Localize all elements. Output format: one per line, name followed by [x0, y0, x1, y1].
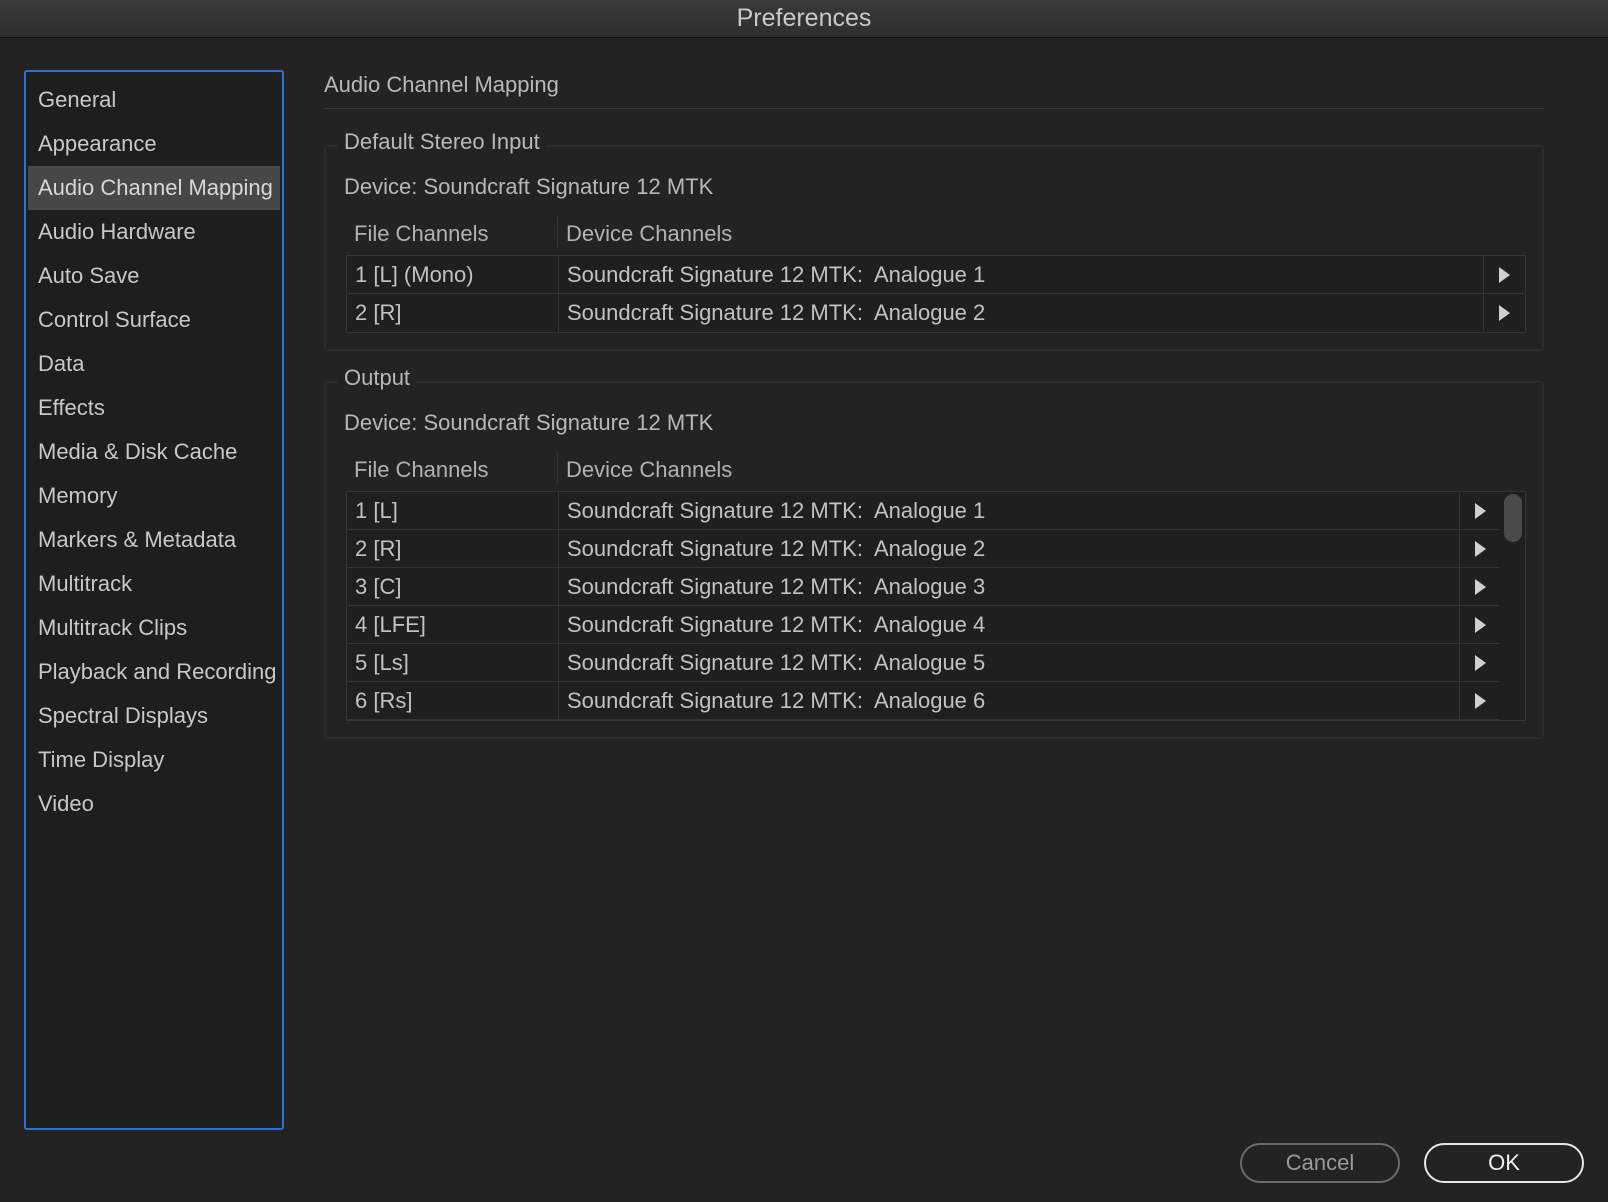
file-channel: 6 [Rs] [355, 688, 413, 713]
preferences-sidebar: General Appearance Audio Channel Mapping… [24, 70, 284, 1130]
output-col-file-channels: File Channels [354, 457, 489, 482]
device-channel: Soundcraft Signature 12 MTK: Analogue 1 [567, 498, 986, 523]
column-divider [557, 453, 558, 483]
sidebar-item-spectral-displays[interactable]: Spectral Displays [28, 694, 280, 738]
device-channel: Soundcraft Signature 12 MTK: Analogue 2 [567, 300, 986, 325]
file-channel: 4 [LFE] [355, 612, 426, 637]
sidebar-item-multitrack-clips[interactable]: Multitrack Clips [28, 606, 280, 650]
play-triangle-icon [1475, 579, 1486, 595]
sidebar-item-time-display[interactable]: Time Display [28, 738, 280, 782]
table-row[interactable]: 3 [C] Soundcraft Signature 12 MTK: Analo… [347, 568, 1525, 606]
column-divider [557, 217, 558, 247]
file-channel: 1 [L] (Mono) [355, 262, 474, 287]
output-col-device-channels: Device Channels [566, 457, 733, 482]
output-group-legend: Output [338, 365, 417, 391]
sidebar-item-multitrack[interactable]: Multitrack [28, 562, 280, 606]
device-channel: Soundcraft Signature 12 MTK: Analogue 6 [567, 688, 986, 713]
sidebar-item-media-disk-cache[interactable]: Media & Disk Cache [28, 430, 280, 474]
sidebar-item-data[interactable]: Data [28, 342, 280, 386]
sidebar-item-auto-save[interactable]: Auto Save [28, 254, 280, 298]
file-channel: 2 [R] [355, 300, 402, 325]
channel-menu-button[interactable] [1459, 606, 1501, 644]
sidebar-item-appearance[interactable]: Appearance [28, 122, 280, 166]
sidebar-item-playback-recording[interactable]: Playback and Recording [28, 650, 280, 694]
output-table-scrollbar[interactable] [1499, 492, 1525, 720]
title-divider [324, 108, 1544, 109]
sidebar-item-audio-channel-mapping[interactable]: Audio Channel Mapping [28, 166, 280, 210]
channel-menu-button[interactable] [1459, 492, 1501, 530]
channel-menu-button[interactable] [1483, 294, 1525, 332]
output-device-label: Device: Soundcraft Signature 12 MTK [344, 410, 714, 435]
table-row[interactable]: 2 [R] Soundcraft Signature 12 MTK: Analo… [347, 530, 1525, 568]
table-row[interactable]: 4 [LFE] Soundcraft Signature 12 MTK: Ana… [347, 606, 1525, 644]
table-row[interactable]: 6 [Rs] Soundcraft Signature 12 MTK: Anal… [347, 682, 1525, 720]
sidebar-item-effects[interactable]: Effects [28, 386, 280, 430]
scrollbar-thumb[interactable] [1504, 494, 1522, 542]
play-triangle-icon [1499, 305, 1510, 321]
play-triangle-icon [1475, 655, 1486, 671]
sidebar-item-markers-metadata[interactable]: Markers & Metadata [28, 518, 280, 562]
ok-button[interactable]: OK [1424, 1143, 1584, 1183]
input-mapping-table: 1 [L] (Mono) Soundcraft Signature 12 MTK… [346, 255, 1526, 333]
channel-menu-button[interactable] [1459, 682, 1501, 720]
play-triangle-icon [1475, 541, 1486, 557]
channel-menu-button[interactable] [1459, 530, 1501, 568]
table-row[interactable]: 2 [R] Soundcraft Signature 12 MTK: Analo… [347, 294, 1525, 332]
file-channel: 5 [Ls] [355, 650, 409, 675]
input-col-device-channels: Device Channels [566, 221, 733, 246]
file-channel: 1 [L] [355, 498, 398, 523]
file-channel: 2 [R] [355, 536, 402, 561]
channel-menu-button[interactable] [1459, 644, 1501, 682]
sidebar-item-video[interactable]: Video [28, 782, 280, 826]
device-channel: Soundcraft Signature 12 MTK: Analogue 4 [567, 612, 986, 637]
device-channel: Soundcraft Signature 12 MTK: Analogue 5 [567, 650, 986, 675]
input-group: Default Stereo Input Device: Soundcraft … [324, 129, 1544, 351]
input-device-label: Device: Soundcraft Signature 12 MTK [344, 174, 714, 199]
table-row[interactable]: 5 [Ls] Soundcraft Signature 12 MTK: Anal… [347, 644, 1525, 682]
sidebar-item-audio-hardware[interactable]: Audio Hardware [28, 210, 280, 254]
window-title: Preferences [0, 0, 1608, 38]
device-channel: Soundcraft Signature 12 MTK: Analogue 1 [567, 262, 986, 287]
channel-menu-button[interactable] [1459, 568, 1501, 606]
cancel-button[interactable]: Cancel [1240, 1143, 1400, 1183]
channel-menu-button[interactable] [1483, 256, 1525, 294]
sidebar-item-general[interactable]: General [28, 78, 280, 122]
output-group: Output Device: Soundcraft Signature 12 M… [324, 365, 1544, 739]
play-triangle-icon [1475, 693, 1486, 709]
play-triangle-icon [1475, 503, 1486, 519]
table-row[interactable]: 1 [L] (Mono) Soundcraft Signature 12 MTK… [347, 256, 1525, 294]
input-col-file-channels: File Channels [354, 221, 489, 246]
device-channel: Soundcraft Signature 12 MTK: Analogue 2 [567, 536, 986, 561]
play-triangle-icon [1475, 617, 1486, 633]
sidebar-item-memory[interactable]: Memory [28, 474, 280, 518]
page-title: Audio Channel Mapping [324, 72, 559, 97]
output-mapping-table: 1 [L] Soundcraft Signature 12 MTK: Analo… [346, 491, 1526, 721]
input-group-legend: Default Stereo Input [338, 129, 546, 155]
play-triangle-icon [1499, 267, 1510, 283]
device-channel: Soundcraft Signature 12 MTK: Analogue 3 [567, 574, 986, 599]
file-channel: 3 [C] [355, 574, 402, 599]
table-row[interactable]: 1 [L] Soundcraft Signature 12 MTK: Analo… [347, 492, 1525, 530]
sidebar-item-control-surface[interactable]: Control Surface [28, 298, 280, 342]
